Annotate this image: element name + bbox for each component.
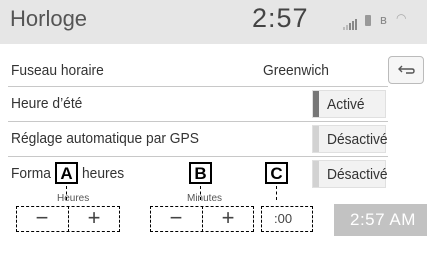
callout-a: A [55,162,78,184]
back-button[interactable] [388,56,424,84]
timezone-value: Greenwich [263,62,329,79]
format24-value: Désactivé [327,166,388,183]
callout-b: B [189,162,212,184]
header-bar: Horloge 2:57 ʙ ◠ [0,0,427,44]
format24-label-right: heures [82,165,125,182]
callout-b-line [200,186,201,200]
dst-indicator [313,91,319,117]
format24-label-left: Forma [11,165,51,182]
clock-display: 2:57 AM [334,204,427,236]
callout-c: C [265,162,288,184]
status-icons: ʙ ◠ [343,11,421,30]
timezone-label: Fuseau horaire [11,62,104,79]
gps-indicator [313,126,319,152]
minutes-divider [202,206,203,232]
reset-minutes-label: :00 [274,211,293,226]
hours-plus-button[interactable]: + [72,203,116,233]
dst-toggle[interactable]: Activé [312,90,386,118]
bluetooth-icon: ʙ [380,12,387,27]
dst-label: Heure d’été [11,95,83,112]
clock-display-text: 2:57 AM [350,210,416,229]
callout-a-line [66,186,67,200]
gps-value: Désactivé [327,131,388,148]
page-title: Horloge [10,6,88,31]
wifi-icon: ◠ [396,11,407,25]
hours-minus-button[interactable]: − [20,203,64,233]
row-divider [8,86,388,87]
row-divider [8,121,388,122]
gps-label: Réglage automatique par GPS [11,130,199,147]
dst-value: Activé [327,96,365,113]
callout-c-line [276,186,277,200]
phone-icon [365,15,371,26]
minutes-plus-button[interactable]: + [206,203,250,233]
minutes-minus-button[interactable]: − [154,203,198,233]
hours-divider [68,206,69,232]
format24-toggle[interactable]: Désactivé [312,160,388,188]
back-arrow-icon [398,65,415,74]
clock-settings-screen: Horloge 2:57 ʙ ◠ Fuseau horaire Greenwic… [0,0,427,262]
header-time: 2:57 [252,3,309,33]
gps-toggle[interactable]: Désactivé [312,125,388,153]
format24-indicator [313,161,319,187]
timezone-row[interactable]: Fuseau horaire Greenwich [0,55,427,87]
row-divider [8,156,388,157]
